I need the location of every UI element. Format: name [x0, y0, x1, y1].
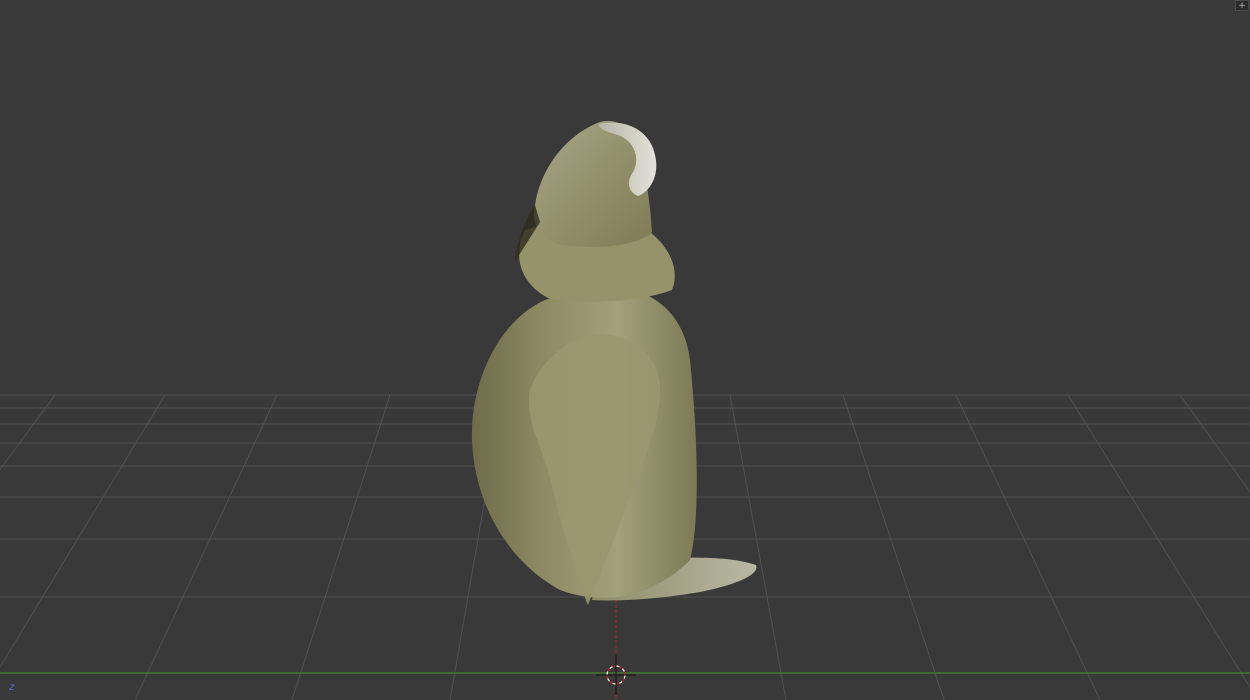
viewport-scene[interactable] [0, 0, 1250, 700]
3d-viewport[interactable]: + z [0, 0, 1250, 700]
axis-indicator-label: z [9, 682, 15, 693]
3d-cursor[interactable] [596, 655, 636, 695]
plus-icon[interactable]: + [1235, 0, 1249, 11]
ghost-model[interactable] [471, 120, 757, 605]
